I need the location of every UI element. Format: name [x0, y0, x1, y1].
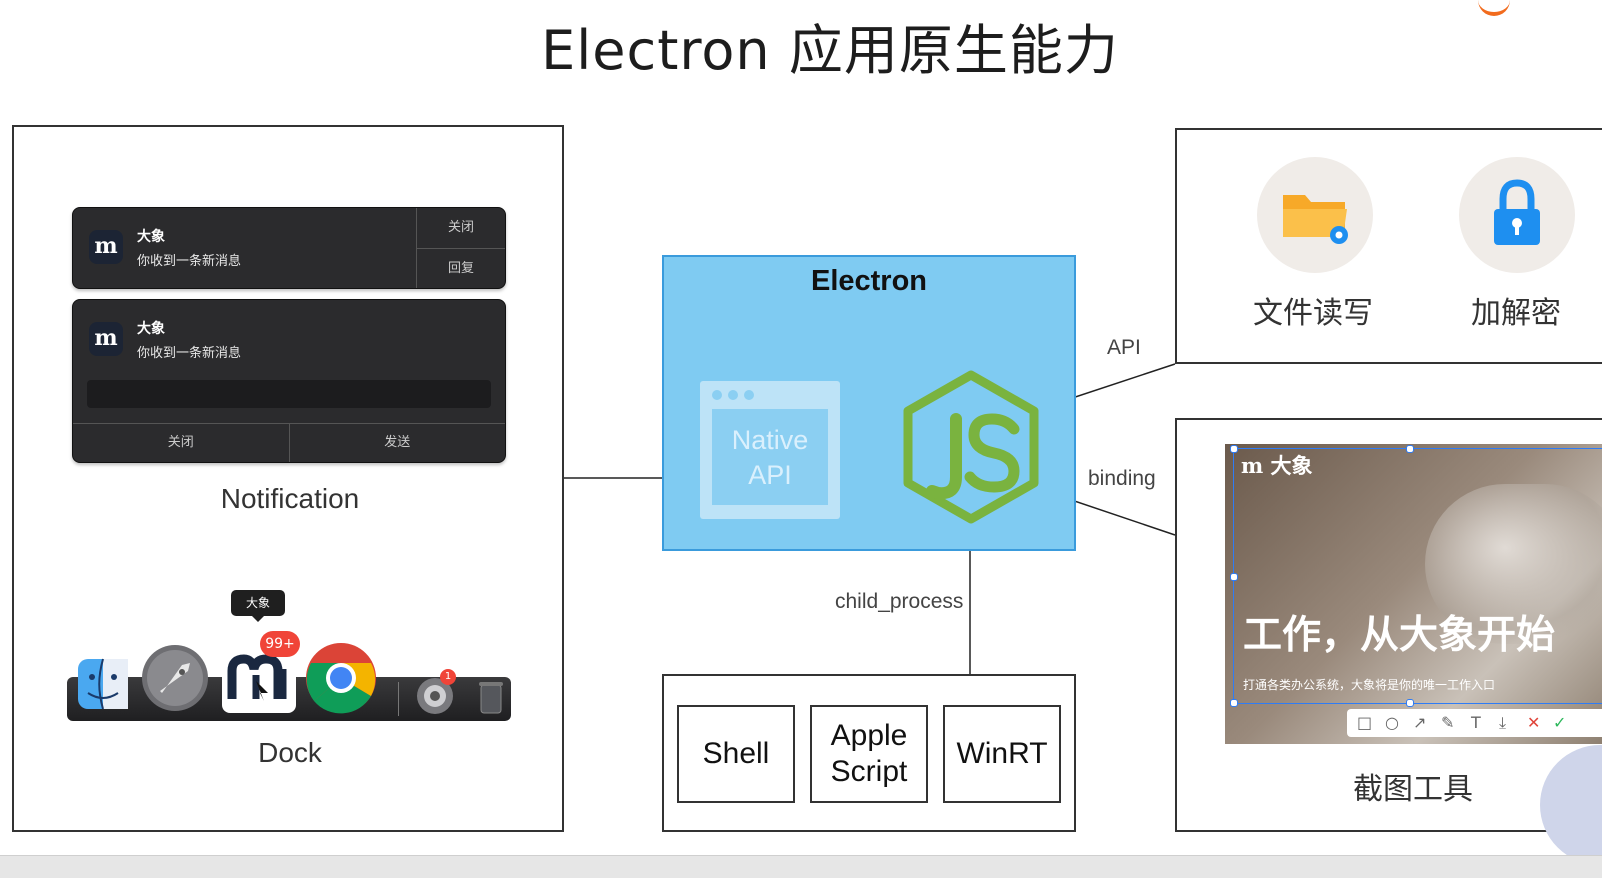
notification-sender: 大象: [137, 321, 165, 337]
selection-rectangle[interactable]: [1230, 445, 1602, 707]
apple-script-item: Apple Script: [810, 705, 928, 803]
close-button[interactable]: 关闭: [417, 208, 505, 248]
daxiang-app-icon: m: [89, 322, 123, 356]
chrome-icon[interactable]: [304, 641, 378, 715]
notification-sender: 大象: [137, 229, 165, 245]
send-button[interactable]: 发送: [288, 424, 506, 462]
electron-title: Electron: [810, 265, 928, 297]
crypto-feature-circle: [1459, 157, 1575, 273]
window-dot: [744, 390, 754, 400]
prefs-badge: 1: [440, 669, 456, 685]
trash-icon[interactable]: [476, 679, 506, 717]
screenshot-tool-caption: 截图工具: [1353, 772, 1473, 807]
screenshot-toolbar: □ ○ ↗ ✎ T ⤓ ✕ ✓: [1347, 709, 1602, 737]
dock-tooltip: 大象: [231, 590, 285, 616]
cancel-icon[interactable]: ✕: [1527, 713, 1540, 732]
reply-button[interactable]: 回复: [417, 248, 505, 288]
resize-handle[interactable]: [1230, 445, 1238, 453]
apple-script-line1: Apple: [830, 719, 908, 752]
native-api-window-icon: Native API: [700, 381, 840, 519]
native-api-line1: Native: [731, 425, 809, 455]
native-features-panel: 文件读写 加解密: [1175, 128, 1602, 364]
apple-script-line2: Script: [830, 755, 908, 788]
daxiang-logo-icon: m: [1241, 453, 1264, 478]
notification-message: 你收到一条新消息: [137, 346, 242, 361]
shell-item: Shell: [677, 705, 795, 803]
notification-message: 你收到一条新消息: [137, 254, 242, 269]
screenshot-subtitle: 打通各类办公系统，大象将是你的唯一工作入口: [1243, 678, 1496, 692]
native-api-label: Native API: [712, 423, 828, 493]
screenshot-tool-panel: m 大象 工作，从大象开始 打通各类办公系统，大象将是你的唯一工作入口 □ ○ …: [1175, 418, 1602, 832]
screenshot-brand-text: 大象: [1270, 454, 1313, 478]
screenshot-brand: m 大象: [1241, 450, 1313, 480]
crypto-label: 加解密: [1471, 296, 1561, 331]
notification-caption: Notification: [220, 483, 360, 514]
resize-handle[interactable]: [1230, 699, 1238, 707]
left-panel: m 大象 你收到一条新消息 关闭 回复 m 大象 你收到一条新消息 关闭 发送 …: [12, 125, 564, 832]
tooltip-arrow: [252, 616, 264, 622]
close-button[interactable]: 关闭: [73, 424, 289, 462]
notification-bottom-actions: 关闭 发送: [73, 423, 505, 462]
native-api-line2: API: [748, 460, 792, 490]
electron-box: Electron Native API: [662, 255, 1076, 551]
unread-badge: 99+: [260, 631, 300, 657]
winrt-item: WinRT: [943, 705, 1061, 803]
binding-edge-label: binding: [1088, 467, 1156, 490]
bottom-bar: [0, 855, 1602, 878]
dock-caption: Dock: [258, 737, 322, 768]
child-process-edge-label: child_process: [835, 590, 964, 613]
arrow-tool-icon[interactable]: ↗: [1413, 713, 1426, 732]
api-edge-label: API: [1107, 336, 1141, 359]
lock-icon: [1494, 179, 1540, 245]
launchpad-icon[interactable]: [140, 643, 210, 713]
window-dot: [712, 390, 722, 400]
window-dot: [728, 390, 738, 400]
notification-card[interactable]: m 大象 你收到一条新消息 关闭 回复: [72, 207, 506, 289]
text-tool-icon[interactable]: T: [1471, 713, 1481, 732]
screenshot-preview: m 大象 工作，从大象开始 打通各类办公系统，大象将是你的唯一工作入口 □ ○ …: [1225, 444, 1602, 744]
ellipse-tool-icon[interactable]: ○: [1385, 713, 1399, 732]
folder-settings-icon: [1283, 195, 1348, 244]
child-process-box: Shell Apple Script WinRT: [662, 674, 1076, 832]
resize-handle[interactable]: [1230, 573, 1238, 581]
nodejs-icon: [903, 370, 1039, 524]
notification-actions: 关闭 回复: [416, 208, 505, 288]
reply-input[interactable]: [87, 380, 491, 408]
dock-divider: [398, 682, 399, 716]
download-icon[interactable]: ⤓: [1499, 713, 1506, 733]
screenshot-headline: 工作，从大象开始: [1243, 613, 1556, 658]
native-api-panel: Native API: [712, 409, 828, 505]
finder-icon[interactable]: [76, 657, 130, 711]
resize-handle[interactable]: [1406, 445, 1414, 453]
rectangle-tool-icon[interactable]: □: [1357, 713, 1372, 732]
daxiang-app-icon: m: [89, 230, 123, 264]
pen-tool-icon[interactable]: ✎: [1441, 713, 1454, 732]
resize-handle[interactable]: [1406, 699, 1414, 707]
notification-card-reply[interactable]: m 大象 你收到一条新消息 关闭 发送: [72, 299, 506, 463]
file-rw-label: 文件读写: [1253, 296, 1373, 331]
file-feature-circle: [1257, 157, 1373, 273]
confirm-icon[interactable]: ✓: [1553, 713, 1566, 732]
